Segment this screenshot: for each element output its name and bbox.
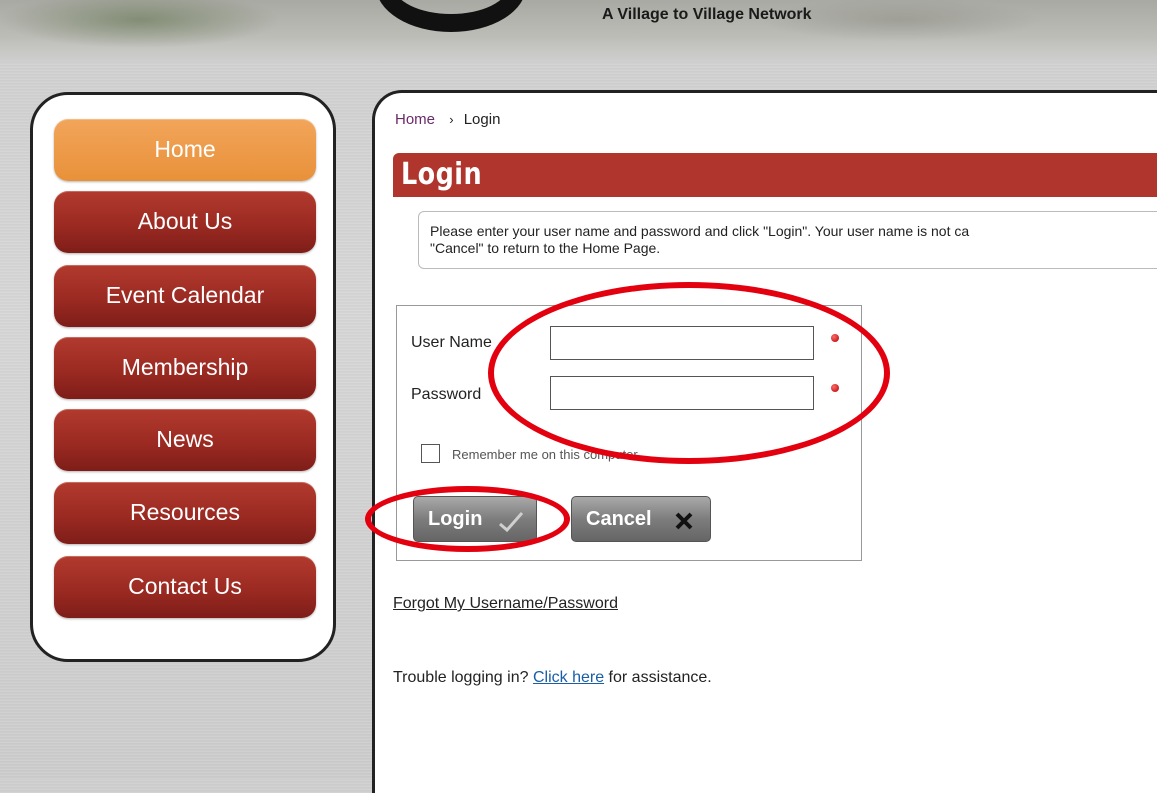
sidebar-nav: Home About Us Event Calendar Membership … [30, 92, 336, 662]
sidebar-item-news[interactable]: News [54, 409, 316, 471]
password-label: Password [411, 386, 482, 403]
page-title-bar: Login [393, 153, 1157, 197]
remember-me-label: Remember me on this computer [452, 447, 638, 462]
checkmark-icon [499, 512, 524, 533]
x-icon [675, 512, 693, 530]
cancel-button[interactable]: Cancel [571, 496, 711, 542]
trouble-suffix: for assistance. [608, 669, 712, 686]
instructions-box: Please enter your user name and password… [418, 211, 1157, 269]
cancel-button-label: Cancel [586, 508, 652, 530]
site-header: A Village to Village Network [0, 0, 1157, 62]
login-button[interactable]: Login [413, 496, 537, 542]
trouble-logging-in-text: Trouble logging in? Click here for assis… [393, 669, 712, 687]
login-form: User Name Password Remember me on this c… [396, 305, 862, 561]
sidebar-item-contact-us[interactable]: Contact Us [54, 556, 316, 618]
sidebar-item-membership[interactable]: Membership [54, 337, 316, 399]
forgot-credentials-link[interactable]: Forgot My Username/Password [393, 595, 618, 613]
sidebar-item-resources[interactable]: Resources [54, 482, 316, 544]
trouble-prefix: Trouble logging in? [393, 669, 529, 686]
breadcrumb-current: Login [463, 111, 501, 128]
login-button-label: Login [428, 508, 483, 530]
main-content: Home › Login Login Please enter your use… [372, 90, 1157, 793]
required-dot-icon [831, 384, 839, 392]
page-title: Login [401, 157, 483, 192]
sidebar-item-about-us[interactable]: About Us [54, 191, 316, 253]
site-tagline: A Village to Village Network [602, 6, 812, 23]
remember-me-checkbox[interactable] [421, 444, 440, 463]
username-input[interactable] [550, 326, 814, 360]
sidebar-item-event-calendar[interactable]: Event Calendar [54, 265, 316, 327]
assistance-link[interactable]: Click here [533, 669, 604, 686]
required-dot-icon [831, 334, 839, 342]
site-logo [376, 0, 526, 32]
sidebar-item-home[interactable]: Home [54, 119, 316, 181]
breadcrumb-separator: › [449, 112, 454, 127]
username-label: User Name [411, 334, 492, 351]
password-input[interactable] [550, 376, 814, 410]
breadcrumb: Home › Login [395, 111, 500, 128]
instructions-text: Please enter your user name and password… [430, 223, 970, 256]
breadcrumb-home-link[interactable]: Home [395, 111, 435, 128]
